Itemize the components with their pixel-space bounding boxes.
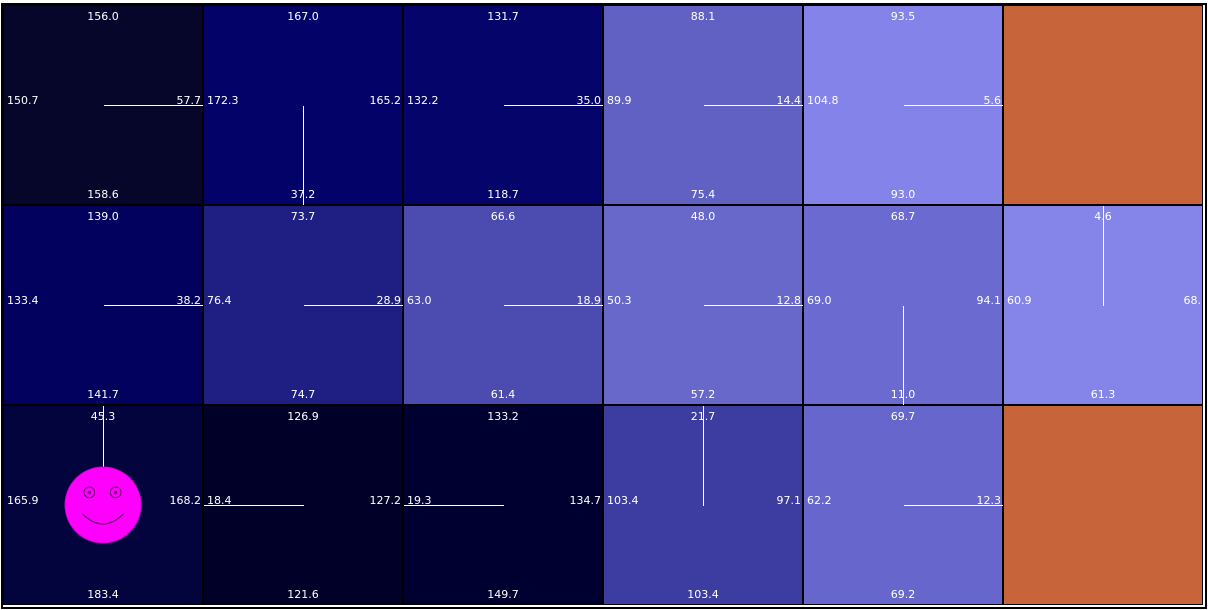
grid-cell: 133.2 149.7 19.3 134.7 [403,405,603,605]
policy-arrow-icon [204,505,304,506]
q-value-west: 150.7 [7,94,39,107]
q-value-south: 74.7 [290,388,316,401]
q-value-north: 69.7 [890,410,916,423]
grid-cell: 93.5 93.0 104.8 5.6 [803,5,1004,205]
q-value-south: 61.3 [1090,388,1116,401]
q-value-west: 62.2 [807,494,832,507]
policy-arrow-icon [304,305,404,306]
q-value-east: 165.2 [369,94,402,107]
q-value-south: 69.2 [890,588,916,601]
q-value-north: 133.2 [487,410,519,423]
policy-arrow-icon [104,305,204,306]
q-value-south: 93.0 [890,188,916,201]
grid-cell: 156.0 158.6 150.7 57.7 [3,5,204,205]
policy-arrow-icon [704,305,804,306]
q-value-north: 156.0 [87,10,119,23]
q-value-west: 172.3 [207,94,239,107]
q-value-west: 69.0 [807,294,832,307]
grid-cell: 167.0 37.2 172.3 165.2 [203,5,403,206]
grid-cell: 4.6 61.3 60.9 68. [1003,205,1203,405]
q-value-west: 104.8 [807,94,839,107]
grid-cell [1003,5,1203,205]
q-value-south: 57.2 [690,388,716,401]
q-value-east: 68. [1183,294,1202,307]
q-value-west: 50.3 [607,294,632,307]
q-value-west: 133.4 [7,294,39,307]
grid-cell: 69.7 69.2 62.2 12.3 [803,405,1004,605]
grid-cell: 21.7 103.4 103.4 97.1 [603,405,803,605]
q-value-east: 134.7 [569,494,602,507]
q-value-north: 88.1 [690,10,716,23]
q-value-west: 76.4 [207,294,232,307]
q-value-west: 89.9 [607,94,632,107]
q-value-south: 61.4 [490,388,516,401]
policy-arrow-icon [904,505,1004,506]
q-value-south: 183.4 [87,588,119,601]
q-value-south: 75.4 [690,188,716,201]
policy-arrow-icon [704,105,804,106]
q-value-north: 93.5 [890,10,916,23]
policy-arrow-icon [504,105,604,106]
q-value-east: 127.2 [369,494,402,507]
q-value-south: 118.7 [487,188,519,201]
q-value-north: 139.0 [87,210,119,223]
q-value-west: 165.9 [7,494,39,507]
q-value-grid: 156.0 158.6 150.7 57.7 167.0 37.2 172.3 165.2 13… [3,5,1203,605]
agent-smiley-icon [64,466,142,544]
q-value-north: 126.9 [287,410,319,423]
grid-cell: 126.9 121.6 18.4 127.2 [203,405,403,605]
grid-cell: 48.0 57.2 50.3 12.8 [603,205,804,405]
q-value-south: 121.6 [287,588,319,601]
q-value-north: 68.7 [890,210,916,223]
q-value-north: 48.0 [690,210,716,223]
grid-cell: 88.1 75.4 89.9 14.4 [603,5,804,205]
policy-arrow-icon [903,306,904,406]
q-value-south: 141.7 [87,388,119,401]
q-value-west: 60.9 [1007,294,1032,307]
q-value-east: 94.1 [976,294,1002,307]
grid-cell: 66.6 61.4 63.0 18.9 [403,205,604,405]
policy-arrow-icon [404,505,504,506]
q-value-south: 103.4 [687,588,719,601]
q-value-north: 131.7 [487,10,519,23]
grid-cell: 68.7 11.0 69.0 94.1 [803,205,1003,406]
q-value-west: 103.4 [607,494,639,507]
q-value-east: 97.1 [776,494,802,507]
q-value-east: 168.2 [169,494,202,507]
grid-cell [1003,405,1203,605]
q-value-south: 149.7 [487,588,519,601]
policy-arrow-icon [904,105,1004,106]
q-value-west: 132.2 [407,94,439,107]
policy-arrow-icon [104,105,204,106]
q-value-north: 73.7 [290,210,316,223]
q-value-south: 158.6 [87,188,119,201]
grid-cell: 139.0 141.7 133.4 38.2 [3,205,204,405]
grid-cell: 73.7 74.7 76.4 28.9 [203,205,404,405]
policy-arrow-icon [504,305,604,306]
q-value-west: 63.0 [407,294,432,307]
policy-arrow-icon [703,406,704,506]
q-value-north: 167.0 [287,10,319,23]
grid-cell: 131.7 118.7 132.2 35.0 [403,5,604,205]
q-value-north: 66.6 [490,210,516,223]
policy-arrow-icon [1103,206,1104,306]
policy-arrow-icon [303,106,304,206]
